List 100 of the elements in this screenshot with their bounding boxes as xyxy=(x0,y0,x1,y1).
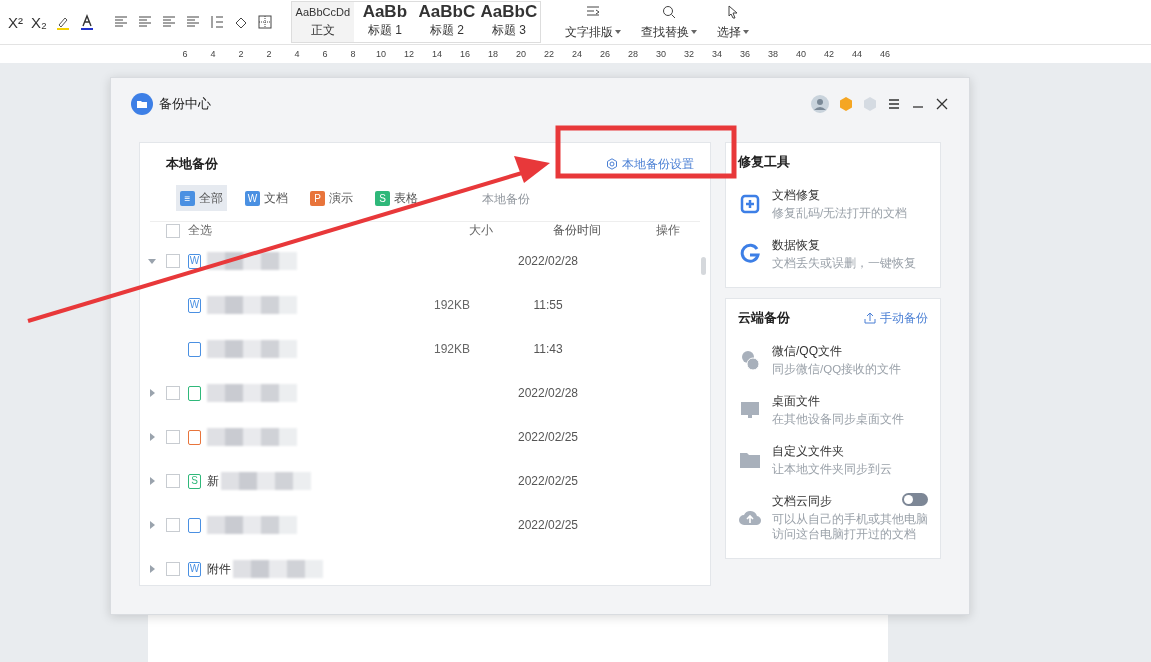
checkbox[interactable] xyxy=(166,223,180,238)
filter-tab[interactable]: W 文档 xyxy=(241,185,292,211)
ruler-number: 14 xyxy=(431,49,443,59)
ribbon-button[interactable]: 文字排版 xyxy=(558,3,627,41)
backup-date: 2022/02/28 xyxy=(516,386,580,400)
cloud-item[interactable]: 桌面文件 在其他设备同步桌面文件 xyxy=(738,387,928,437)
ruler-number: 46 xyxy=(879,49,891,59)
file-size: 192KB xyxy=(433,298,471,312)
backup-date: 2022/02/25 xyxy=(516,474,580,488)
ruler-number: 36 xyxy=(739,49,751,59)
tool-item[interactable]: 数据恢复 文档丢失或误删，一键恢复 xyxy=(738,231,928,281)
column-header: 操作 xyxy=(654,222,681,239)
repair-icon xyxy=(738,192,762,216)
border-icon[interactable] xyxy=(256,14,273,30)
ruler-number: 18 xyxy=(487,49,499,59)
cloud-item[interactable]: 微信/QQ文件 同步微信/QQ接收的文件 xyxy=(738,337,928,387)
avatar-icon[interactable] xyxy=(811,95,829,113)
search-icon[interactable] xyxy=(660,3,677,20)
ruler-number: 12 xyxy=(403,49,415,59)
ruler-number: 32 xyxy=(683,49,695,59)
ruler-number: 8 xyxy=(349,49,357,59)
checkbox[interactable] xyxy=(166,254,180,268)
style-preset[interactable]: AaBb 标题 1 xyxy=(353,2,416,42)
ruler-number: 24 xyxy=(571,49,583,59)
file-type-icon xyxy=(188,517,201,533)
manual-backup-link[interactable]: 手动备份 xyxy=(864,309,928,327)
ruler-number: 10 xyxy=(375,49,387,59)
file-type-icon: W xyxy=(188,297,201,313)
file-type-icon xyxy=(188,429,201,445)
ruler-number: 22 xyxy=(543,49,555,59)
filter-tab[interactable]: S 表格 xyxy=(371,185,422,211)
caret-icon[interactable] xyxy=(742,30,749,34)
file-type-icon: S xyxy=(188,473,201,489)
checkbox[interactable] xyxy=(166,562,180,576)
backup-date: 2022/02/28 xyxy=(516,254,580,268)
caret-icon[interactable] xyxy=(148,433,156,441)
settings-link[interactable]: 本地备份设置 xyxy=(606,155,694,173)
caret-icon[interactable] xyxy=(148,477,156,485)
cloud-item[interactable]: 文档云同步 可以从自己的手机或其他电脑访问这台电脑打开过的文档 xyxy=(738,487,928,552)
close-icon[interactable] xyxy=(935,97,949,111)
file-type-icon: W xyxy=(188,253,201,269)
recovery-icon xyxy=(738,242,762,266)
backup-time: 11:55 xyxy=(532,298,564,312)
cloud-folder-icon xyxy=(131,93,153,115)
file-name: 新 xyxy=(207,472,219,490)
panel-title: 本地备份 xyxy=(166,155,218,173)
ruler-number: 34 xyxy=(711,49,723,59)
format-button[interactable]: X² xyxy=(8,13,23,31)
align-icon[interactable] xyxy=(184,14,201,30)
file-type-icon xyxy=(188,385,201,401)
checkbox[interactable] xyxy=(166,518,180,532)
file-type-icon: W xyxy=(188,561,201,577)
file-size: 192KB xyxy=(433,342,471,356)
align-icon[interactable] xyxy=(112,14,129,30)
format-button[interactable]: X₂ xyxy=(31,13,47,31)
ruler-number: 44 xyxy=(851,49,863,59)
line-spacing-icon[interactable] xyxy=(208,14,225,30)
backup-date: 2022/02/25 xyxy=(516,430,580,444)
ribbon-button[interactable]: 选择 xyxy=(710,3,755,41)
card-title: 修复工具 xyxy=(738,153,790,171)
ruler-number: 2 xyxy=(265,49,273,59)
caret-icon[interactable] xyxy=(690,30,697,34)
backup-time: 11:43 xyxy=(532,342,564,356)
style-preset[interactable]: AaBbCcDd 正文 xyxy=(291,2,354,42)
caret-icon[interactable] xyxy=(148,521,156,529)
filter-tab[interactable]: ≡ 全部 xyxy=(176,185,227,211)
font-color-icon[interactable] xyxy=(78,14,95,30)
filter-tab[interactable]: P 演示 xyxy=(306,185,357,211)
checkbox[interactable] xyxy=(166,430,180,444)
checkbox[interactable] xyxy=(166,386,180,400)
scrollbar[interactable] xyxy=(701,257,706,275)
toggle-switch[interactable] xyxy=(902,493,928,506)
menu-icon[interactable] xyxy=(887,97,901,111)
style-preset[interactable]: AaBbC 标题 2 xyxy=(415,2,478,42)
ruler-number: 26 xyxy=(599,49,611,59)
tool-item[interactable]: 文档修复 修复乱码/无法打开的文档 xyxy=(738,181,928,231)
hexagon-badge-icon[interactable] xyxy=(839,97,853,111)
cloud-item[interactable]: 自定义文件夹 让本地文件夹同步到云 xyxy=(738,437,928,487)
upload-icon[interactable] xyxy=(864,312,876,324)
ruler-number: 38 xyxy=(767,49,779,59)
ruler-number: 4 xyxy=(209,49,217,59)
ruler-number: 30 xyxy=(655,49,667,59)
backup-date: 2022/02/25 xyxy=(516,518,580,532)
ruler-number: 4 xyxy=(293,49,301,59)
file-name: 附件 xyxy=(207,560,231,578)
column-header: 大小 xyxy=(468,222,495,239)
caret-icon[interactable] xyxy=(614,30,621,34)
caret-icon[interactable] xyxy=(148,389,156,397)
ruler-number: 2 xyxy=(237,49,245,59)
ribbon-button[interactable]: 查找替换 xyxy=(634,3,703,41)
caret-icon[interactable] xyxy=(148,257,156,265)
align-icon[interactable] xyxy=(160,14,177,30)
align-icon[interactable] xyxy=(136,14,153,30)
column-header: 全选 xyxy=(188,222,213,239)
caret-icon[interactable] xyxy=(148,565,156,573)
ruler-number: 16 xyxy=(459,49,471,59)
style-preset[interactable]: AaBbC 标题 3 xyxy=(477,2,540,42)
settings-icon[interactable] xyxy=(606,158,618,170)
card-title: 云端备份 xyxy=(738,309,790,327)
checkbox[interactable] xyxy=(166,474,180,488)
